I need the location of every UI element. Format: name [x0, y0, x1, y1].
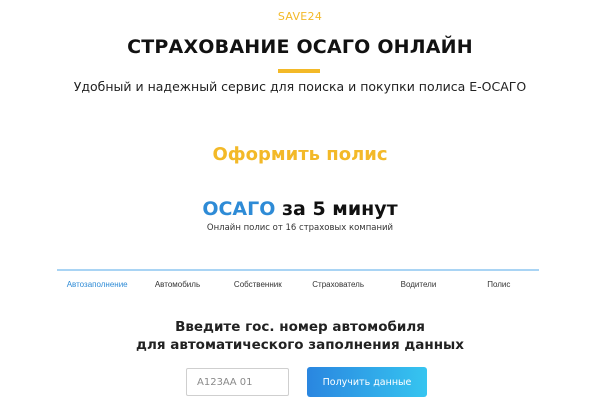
page-title: СТРАХОВАНИЕ ОСАГО ОНЛАЙН [127, 36, 473, 58]
step-policyholder[interactable]: Страхователь [298, 280, 378, 289]
headline-accent: ОСАГО [202, 198, 276, 220]
order-policy-heading: Оформить полис [212, 144, 388, 165]
steps-nav: Автозаполнение Автомобиль Собственник Ст… [57, 280, 539, 289]
step-vehicle[interactable]: Автомобиль [137, 280, 217, 289]
headline-rest: за 5 минут [282, 198, 398, 220]
steps-progress-line [57, 269, 539, 271]
step-drivers[interactable]: Водители [378, 280, 458, 289]
brand-logo: SAVE24 [277, 10, 323, 23]
title-underline [278, 69, 320, 73]
plate-prompt-line2: для автоматического заполнения данных [136, 337, 464, 353]
step-policy[interactable]: Полис [459, 280, 539, 289]
plate-prompt: Введите гос. номер автомобиля для автома… [0, 318, 600, 354]
plate-prompt-line1: Введите гос. номер автомобиля [175, 319, 425, 335]
step-owner[interactable]: Собственник [218, 280, 298, 289]
osago-headline: ОСАГО за 5 минут [0, 198, 600, 220]
get-data-button[interactable]: Получить данные [307, 367, 427, 397]
page-subtitle: Удобный и надежный сервис для поиска и п… [73, 79, 527, 94]
license-plate-input[interactable] [186, 368, 289, 396]
osago-subheadline: Онлайн полис от 16 страховых компаний [206, 223, 394, 233]
step-autofill[interactable]: Автозаполнение [57, 280, 137, 289]
